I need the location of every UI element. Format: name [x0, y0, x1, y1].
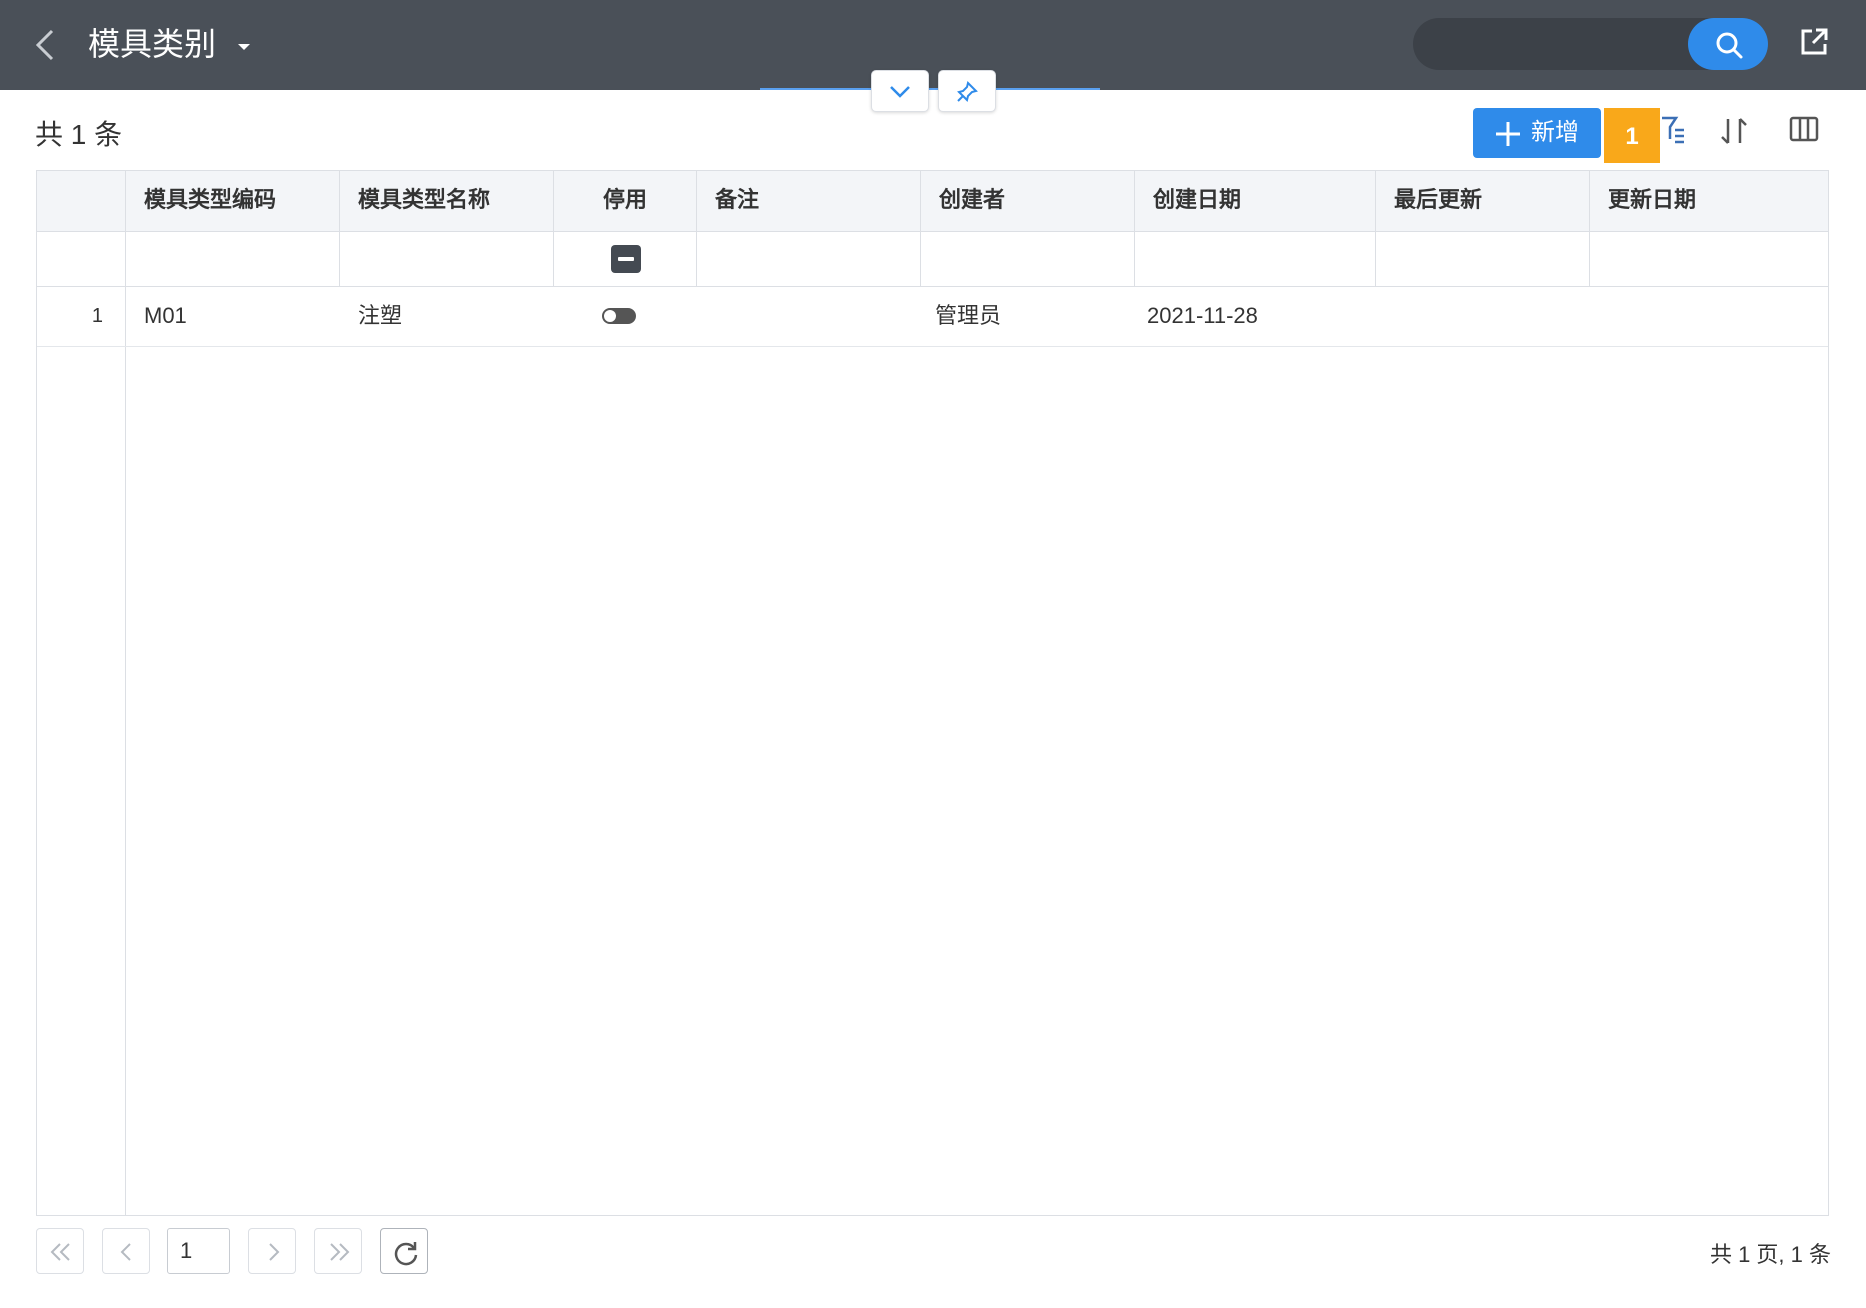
- filter-name[interactable]: [340, 231, 554, 286]
- cell-name: 注塑: [358, 303, 403, 328]
- search-box: [1413, 18, 1768, 70]
- chevron-down-icon: [890, 86, 910, 98]
- sort-icon[interactable]: [1718, 115, 1750, 147]
- tab-accent-line: [760, 88, 1100, 90]
- page-number-input[interactable]: [167, 1228, 230, 1274]
- disabled-filter-checkbox[interactable]: [611, 245, 641, 273]
- refresh-icon: [394, 1242, 418, 1266]
- add-button-label: 新增: [1531, 119, 1579, 146]
- cell-last-update: [1376, 286, 1590, 346]
- page-title: 模具类别: [88, 26, 217, 62]
- dropdown-caret-icon: [237, 43, 250, 50]
- header-corner: [37, 171, 126, 231]
- cell-code-link[interactable]: M01: [126, 286, 340, 346]
- top-bar: 模具类别: [0, 0, 1866, 90]
- cell-remark: [697, 286, 921, 346]
- last-page-icon: [330, 1243, 350, 1261]
- notification-badge: 1: [1604, 108, 1660, 163]
- disabled-toggle-switch[interactable]: [602, 308, 636, 324]
- page-title-dropdown[interactable]: 模具类别: [88, 22, 251, 66]
- search-button[interactable]: [1688, 18, 1768, 70]
- filter-row: [37, 231, 1828, 287]
- column-header-creator[interactable]: 创建者: [921, 171, 1135, 231]
- share-button[interactable]: [1798, 26, 1830, 60]
- last-page-button[interactable]: [314, 1228, 362, 1274]
- filter-remark[interactable]: [697, 231, 921, 286]
- column-header-created[interactable]: 创建日期: [1135, 171, 1376, 231]
- pin-icon: [957, 81, 978, 102]
- first-page-icon: [50, 1243, 70, 1261]
- filter-code[interactable]: [126, 231, 340, 286]
- filter-created[interactable]: [1135, 231, 1376, 286]
- first-page-button[interactable]: [36, 1228, 84, 1274]
- columns-icon[interactable]: [1789, 115, 1819, 143]
- collapse-button[interactable]: [871, 70, 929, 112]
- back-icon: [35, 29, 54, 61]
- share-icon: [1801, 28, 1828, 55]
- pin-button[interactable]: [938, 70, 996, 112]
- pager-summary: 共 1 页, 1 条: [1709, 1242, 1831, 1267]
- table-row[interactable]: 1 M01 注塑 管理员 2021-11-28: [37, 286, 1828, 347]
- cell-created-date: 2021-11-28: [1147, 303, 1258, 328]
- filter-creator[interactable]: [921, 231, 1135, 286]
- cell-creator: 管理员: [935, 303, 1002, 328]
- column-header-last-update[interactable]: 最后更新: [1376, 171, 1590, 231]
- record-count: 共 1 条: [35, 119, 123, 150]
- switch-knob: [604, 310, 616, 322]
- search-input[interactable]: [1431, 26, 1675, 64]
- column-header-remark[interactable]: 备注: [697, 171, 921, 231]
- column-header-disabled[interactable]: 停用: [554, 171, 697, 231]
- row-number: 1: [91, 305, 103, 327]
- data-grid: 模具类型编码 模具类型名称 停用 备注 创建者 创建日期 最后更新 更新日期 1…: [36, 170, 1829, 1216]
- column-header-updated[interactable]: 更新日期: [1590, 171, 1828, 231]
- prev-page-button[interactable]: [102, 1228, 150, 1274]
- search-icon: [1716, 32, 1743, 59]
- refresh-button[interactable]: [380, 1228, 428, 1274]
- column-header-code[interactable]: 模具类型编码: [126, 171, 340, 231]
- column-header-name[interactable]: 模具类型名称: [340, 171, 554, 231]
- cell-updated-date: [1590, 286, 1828, 346]
- plus-icon: [1496, 122, 1520, 146]
- next-page-icon: [269, 1243, 280, 1261]
- filter-icon[interactable]: [1660, 115, 1686, 145]
- grid-header-row: 模具类型编码 模具类型名称 停用 备注 创建者 创建日期 最后更新 更新日期: [37, 171, 1828, 232]
- next-page-button[interactable]: [248, 1228, 296, 1274]
- filter-last-update[interactable]: [1376, 231, 1590, 286]
- filter-updated[interactable]: [1590, 231, 1828, 286]
- prev-page-icon: [120, 1243, 131, 1261]
- add-button[interactable]: 新增: [1473, 108, 1601, 158]
- back-button[interactable]: [30, 27, 60, 63]
